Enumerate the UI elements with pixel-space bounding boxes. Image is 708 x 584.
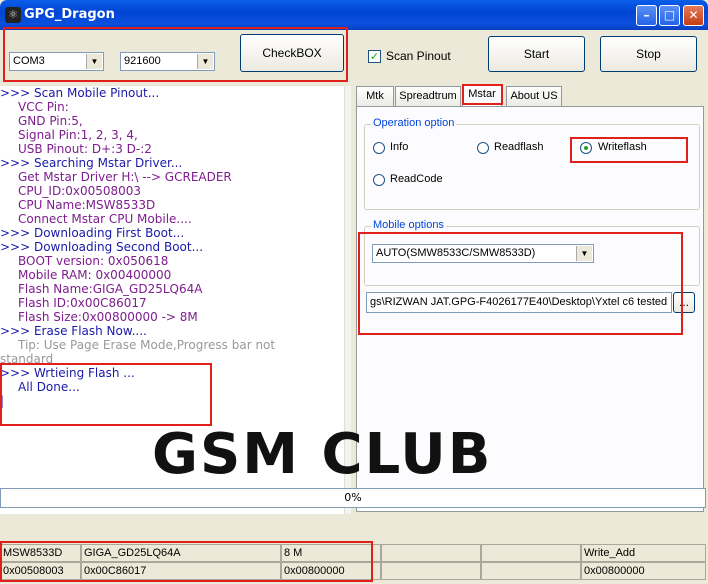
mobile-model-value: AUTO(SMW8533C/SMW8533D) — [376, 247, 536, 259]
window-title: GPG_Dragon — [24, 7, 115, 22]
chevron-down-icon[interactable]: ▼ — [86, 54, 102, 69]
mobile-options-legend: Mobile options — [371, 219, 446, 231]
checkbox-button[interactable]: CheckBOX — [240, 34, 344, 72]
log-line: >>> Erase Flash Now.... — [0, 324, 147, 338]
file-path-field[interactable]: gs\RIZWAN JAT.GPG-F4026177E40\Desktop\Yx… — [366, 292, 672, 313]
com-port-value: COM3 — [13, 55, 45, 67]
dragon-app-icon: ⚛ — [5, 7, 21, 23]
tab-mtk[interactable]: Mtk — [356, 86, 394, 106]
progress-text: 0% — [344, 491, 362, 504]
log-line: | — [0, 394, 5, 408]
baud-rate-value: 921600 — [124, 55, 161, 67]
status-cell — [381, 544, 481, 562]
log-line: BOOT version: 0x050618 — [18, 254, 169, 268]
log-line: Connect Mstar CPU Mobile.... — [18, 212, 192, 226]
radio-readcode-label: ReadCode — [390, 173, 443, 185]
log-line: >>> Downloading Second Boot... — [0, 240, 204, 254]
status-cell: MSW8533D — [0, 544, 81, 562]
log-line: >>> Searching Mstar Driver... — [0, 156, 183, 170]
log-line: Get Mstar Driver H:\ --> GCREADER — [18, 170, 232, 184]
log-line: >>> Downloading First Boot... — [0, 226, 185, 240]
operation-option-group: Operation option — [364, 117, 700, 210]
radio-readflash-label: Readflash — [494, 141, 544, 153]
status-cell: GIGA_GD25LQ64A — [81, 544, 281, 562]
close-button[interactable]: ✕ — [683, 5, 704, 26]
tab-mstar[interactable]: Mstar — [462, 84, 502, 107]
log-line: >>> Scan Mobile Pinout... — [0, 86, 160, 100]
status-cell — [381, 562, 481, 580]
log-line: Flash ID:0x00C86017 — [18, 296, 147, 310]
log-line: All Done... — [18, 380, 80, 394]
status-cell: 0x00C86017 — [81, 562, 281, 580]
scan-pinout-label: Scan Pinout — [386, 49, 451, 63]
start-button[interactable]: Start — [488, 36, 585, 72]
mobile-model-select[interactable]: AUTO(SMW8533C/SMW8533D) ▼ — [372, 244, 594, 263]
log-line: GND Pin:5, — [18, 114, 83, 128]
status-cell: 0x00800000 — [281, 562, 381, 580]
log-line: >>> Wrtieing Flash ... — [0, 366, 135, 380]
progress-bar: 0% — [0, 488, 706, 508]
tab-about-us[interactable]: About US — [506, 86, 562, 106]
log-line: Flash Name:GIGA_GD25LQ64A — [18, 282, 203, 296]
stop-button[interactable]: Stop — [600, 36, 697, 72]
minimize-button[interactable]: – — [636, 5, 657, 26]
radio-writeflash-label: Writeflash — [598, 141, 647, 153]
log-line: Signal Pin:1, 2, 3, 4, — [18, 128, 138, 142]
status-cell: 0x00800000 — [581, 562, 706, 580]
chevron-down-icon[interactable]: ▼ — [197, 54, 213, 69]
maximize-button[interactable]: □ — [659, 5, 680, 26]
log-line: VCC Pin: — [18, 100, 69, 114]
log-line: Tip: Use Page Erase Mode,Progress bar no… — [18, 338, 276, 352]
radio-readflash[interactable] — [477, 142, 489, 154]
log-line: CPU_ID:0x00508003 — [18, 184, 142, 198]
radio-readcode[interactable] — [373, 174, 385, 186]
scan-pinout-checkbox[interactable]: ✓ — [368, 50, 381, 63]
radio-info-label: Info — [390, 141, 409, 153]
status-cell — [481, 562, 581, 580]
log-line: Mobile RAM: 0x00400000 — [18, 268, 172, 282]
baud-rate-select[interactable]: 921600 ▼ — [120, 52, 215, 71]
status-cell — [481, 544, 581, 562]
tab-spreadtrum[interactable]: Spreadtrum — [395, 86, 461, 106]
browse-button[interactable]: ... — [673, 292, 695, 313]
status-cell: 8 M — [281, 544, 381, 562]
chevron-down-icon[interactable]: ▼ — [576, 246, 592, 261]
log-scrollbar[interactable] — [344, 86, 351, 514]
log-line: USB Pinout: D+:3 D-:2 — [18, 142, 152, 156]
log-line: standard — [0, 352, 54, 366]
log-line: Flash Size:0x00800000 -> 8M — [18, 310, 198, 324]
log-line: CPU Name:MSW8533D — [18, 198, 156, 212]
status-cell: 0x00508003 — [0, 562, 81, 580]
operation-option-legend: Operation option — [371, 117, 457, 129]
radio-info[interactable] — [373, 142, 385, 154]
radio-writeflash[interactable] — [580, 142, 592, 154]
status-cell: Write_Add — [581, 544, 706, 562]
log-output[interactable]: >>> Scan Mobile Pinout... VCC Pin: GND Pin… — [0, 86, 350, 514]
com-port-select[interactable]: COM3 ▼ — [9, 52, 104, 71]
title-bar[interactable]: ⚛ GPG_Dragon – □ ✕ — [0, 0, 708, 30]
